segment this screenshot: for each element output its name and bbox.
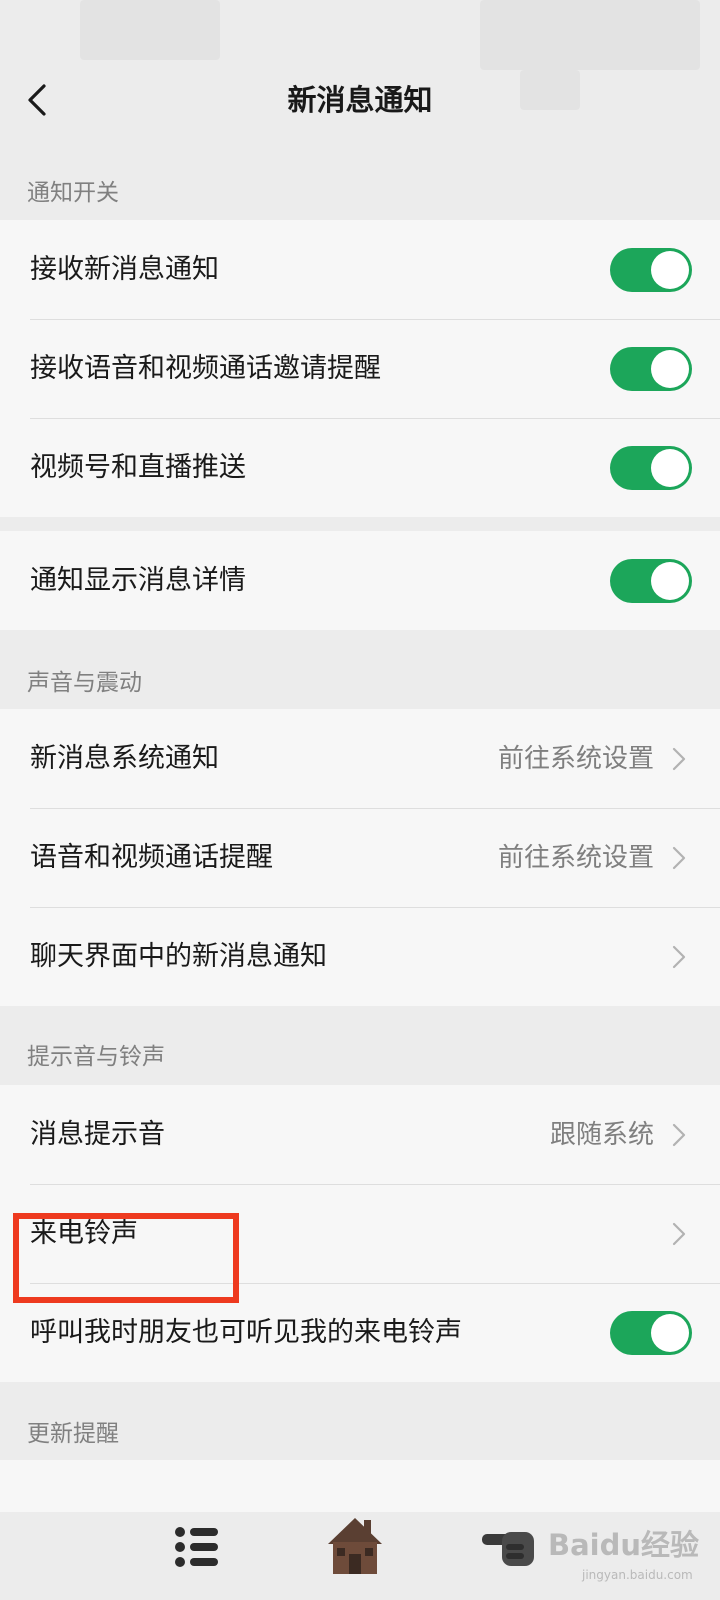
row-label: 呼叫我时朋友也可听见我的来电铃声 [30, 1316, 462, 1348]
settings-group-update [0, 1460, 720, 1512]
row-value: 前往系统设置 [497, 842, 654, 873]
row-label: 视频号和直播推送 [30, 451, 246, 483]
blurred-status-area [80, 0, 220, 60]
pointing-hand-icon[interactable] [480, 1526, 544, 1572]
chevron-right-icon [672, 1123, 686, 1146]
highlight-annotation-box [13, 1213, 239, 1303]
chevron-right-icon [672, 846, 686, 869]
section-header-sound-vibration: 声音与震动 [27, 670, 142, 696]
row-value: 跟随系统 [549, 1119, 654, 1150]
settings-row-chat-notify[interactable]: 聊天界面中的新消息通知 [0, 907, 720, 1006]
channels-live-toggle[interactable] [610, 445, 692, 490]
toggle-knob [651, 1313, 689, 1352]
settings-row-receive-new[interactable]: 接收新消息通知 [0, 220, 720, 319]
friends-hear-toggle[interactable] [610, 1310, 692, 1355]
watermark-logo: Baidu经验 [548, 1528, 700, 1562]
row-value: 前往系统设置 [497, 743, 654, 774]
settings-row-channels-live[interactable]: 视频号和直播推送 [0, 418, 720, 517]
settings-group-detail: 通知显示消息详情 [0, 531, 720, 630]
watermark-url: jingyan.baidu.com [582, 1568, 693, 1582]
voice-video-invite-toggle[interactable] [610, 346, 692, 391]
show-detail-toggle[interactable] [610, 558, 692, 603]
toggle-knob [651, 250, 689, 289]
chevron-right-icon [672, 945, 686, 968]
row-label: 通知显示消息详情 [30, 564, 246, 596]
toggle-knob [651, 561, 689, 600]
row-label: 消息提示音 [30, 1118, 165, 1150]
section-header-notify-switch: 通知开关 [27, 180, 119, 206]
settings-row-call-reminder[interactable]: 语音和视频通话提醒 前往系统设置 [0, 808, 720, 907]
row-label: 语音和视频通话提醒 [30, 841, 273, 873]
home-icon[interactable] [326, 1514, 384, 1578]
settings-group-sound: 新消息系统通知 前往系统设置 语音和视频通话提醒 前往系统设置 聊天界面中的新消… [0, 709, 720, 1006]
settings-group-notify: 接收新消息通知 接收语音和视频通话邀请提醒 视频号和直播推送 [0, 220, 720, 517]
chevron-right-icon [672, 1222, 686, 1245]
settings-row-message-tone[interactable]: 消息提示音 跟随系统 [0, 1085, 720, 1184]
settings-row-show-detail[interactable]: 通知显示消息详情 [0, 531, 720, 630]
page-title: 新消息通知 [287, 83, 433, 117]
toggle-knob [651, 448, 689, 487]
row-label: 接收语音和视频通话邀请提醒 [30, 352, 381, 384]
receive-new-toggle[interactable] [610, 247, 692, 292]
list-icon[interactable] [174, 1524, 220, 1570]
toggle-knob [651, 349, 689, 388]
settings-row-voice-video-invite[interactable]: 接收语音和视频通话邀请提醒 [0, 319, 720, 418]
row-label: 接收新消息通知 [30, 253, 219, 285]
section-header-tones: 提示音与铃声 [27, 1044, 165, 1070]
blurred-status-area [480, 0, 700, 70]
chevron-right-icon [672, 747, 686, 770]
bottom-bar: Baidu经验 jingyan.baidu.com [0, 1512, 720, 1600]
row-label: 新消息系统通知 [30, 742, 219, 774]
row-label: 聊天界面中的新消息通知 [30, 940, 327, 972]
section-header-update: 更新提醒 [27, 1421, 119, 1447]
settings-row-system-notify[interactable]: 新消息系统通知 前往系统设置 [0, 709, 720, 808]
